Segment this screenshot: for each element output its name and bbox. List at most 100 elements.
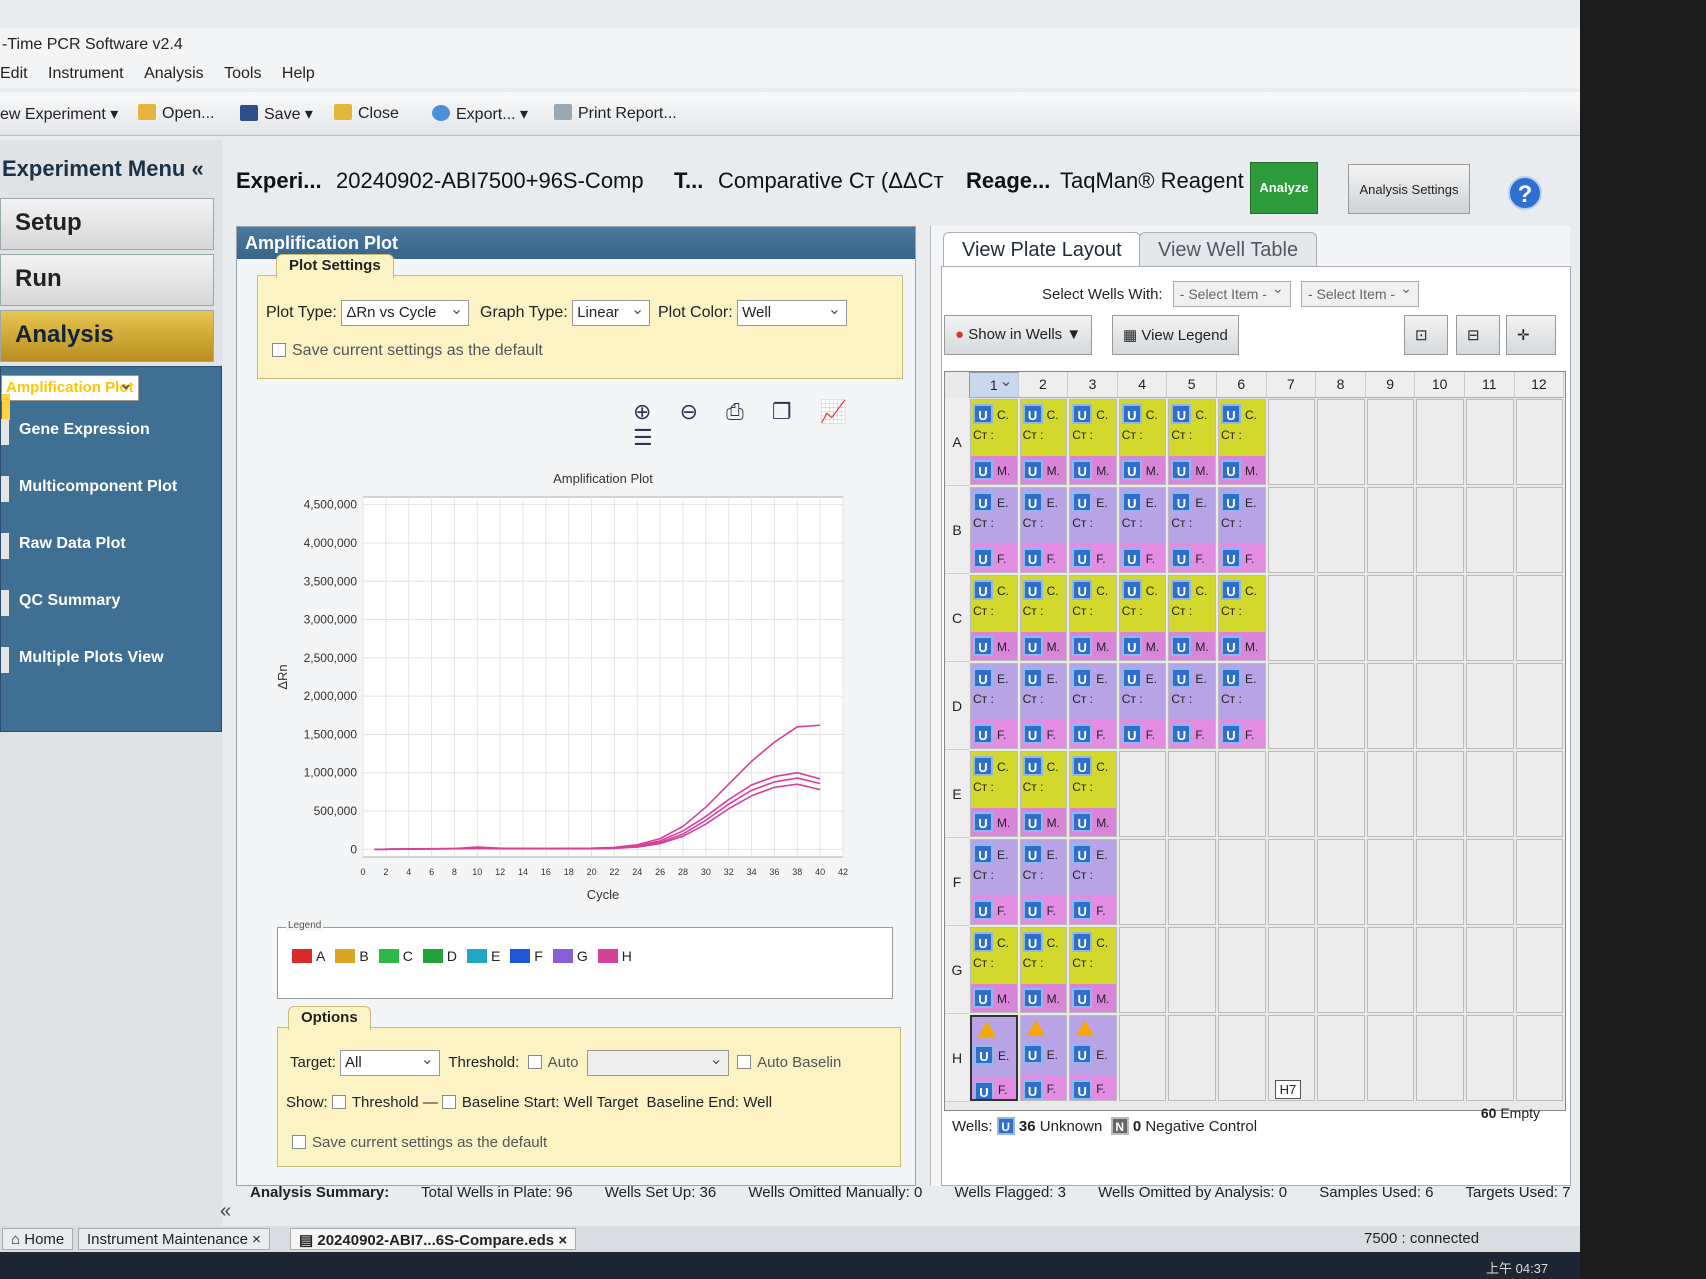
new-experiment-button[interactable]: ew Experiment ▾ bbox=[0, 104, 118, 124]
print-report-button[interactable]: Print Report... bbox=[554, 104, 677, 123]
well[interactable]: U C. Cт : U M. bbox=[970, 575, 1018, 661]
well[interactable]: U E. U F. bbox=[970, 1015, 1018, 1101]
plot-color-select[interactable]: Well bbox=[737, 299, 848, 326]
well[interactable] bbox=[1218, 751, 1266, 837]
well[interactable] bbox=[1416, 575, 1464, 661]
well[interactable]: U C. Cт : U M. bbox=[970, 751, 1018, 837]
well[interactable] bbox=[1317, 751, 1365, 837]
sidebar-item-raw-data-plot[interactable]: Raw Data Plot bbox=[1, 515, 221, 572]
sidebar-item-gene-expression[interactable]: Gene Expression bbox=[1, 401, 221, 458]
well[interactable] bbox=[1366, 839, 1415, 925]
well[interactable] bbox=[1466, 399, 1514, 485]
chart-options-icon[interactable]: 📈 bbox=[820, 399, 847, 424]
row-header[interactable]: F bbox=[945, 838, 969, 926]
well[interactable]: U E. Cт : U F. bbox=[1118, 663, 1167, 749]
well[interactable] bbox=[1317, 1015, 1365, 1101]
well[interactable] bbox=[1515, 839, 1564, 925]
zoom-out-icon[interactable]: ⊖ bbox=[680, 399, 698, 424]
column-header[interactable]: 3 bbox=[1068, 372, 1118, 398]
row-header[interactable]: E bbox=[945, 750, 969, 838]
tab-experiment-file[interactable]: ▤ 20240902-ABI7...6S-Compare.eds × bbox=[290, 1228, 577, 1250]
well[interactable] bbox=[1267, 575, 1316, 661]
well[interactable] bbox=[1416, 839, 1464, 925]
well[interactable]: U E. Cт : U F. bbox=[1118, 487, 1167, 573]
well[interactable] bbox=[1416, 487, 1464, 573]
tab-instrument-maintenance[interactable]: Instrument Maintenance × bbox=[78, 1228, 270, 1250]
well[interactable]: U E. Cт : U F. bbox=[1019, 839, 1068, 925]
well[interactable]: U E. Cт : U F. bbox=[970, 663, 1018, 749]
column-header[interactable]: 9 bbox=[1365, 372, 1416, 398]
save-default-checkbox-2[interactable] bbox=[292, 1135, 306, 1149]
well[interactable] bbox=[1267, 839, 1316, 925]
well[interactable] bbox=[1466, 663, 1514, 749]
column-header[interactable]: 2 bbox=[1018, 372, 1069, 398]
column-header[interactable]: 5 bbox=[1167, 372, 1217, 398]
well[interactable] bbox=[1416, 751, 1464, 837]
well[interactable] bbox=[1317, 839, 1365, 925]
target-select[interactable]: All bbox=[340, 1049, 441, 1076]
well[interactable] bbox=[1515, 927, 1564, 1013]
plot-settings-tab[interactable]: Plot Settings bbox=[276, 254, 394, 278]
well[interactable]: U C. Cт : U M. bbox=[1069, 575, 1117, 661]
well[interactable] bbox=[1515, 575, 1564, 661]
well[interactable]: U E. Cт : U F. bbox=[1069, 487, 1117, 573]
threshold-input[interactable] bbox=[586, 1049, 729, 1076]
well[interactable]: U E. U F. bbox=[1019, 1015, 1068, 1101]
column-header[interactable]: 1 bbox=[969, 371, 1019, 398]
menu-analysis[interactable]: Analysis bbox=[144, 58, 220, 83]
well[interactable] bbox=[1366, 751, 1415, 837]
well[interactable]: U C. Cт : U M. bbox=[970, 927, 1018, 1013]
well[interactable]: U C. Cт : U M. bbox=[1118, 399, 1167, 485]
column-header[interactable]: 7 bbox=[1266, 372, 1317, 398]
well[interactable]: U E. Cт : U F. bbox=[970, 487, 1018, 573]
copy-icon[interactable]: ❐ bbox=[772, 399, 792, 424]
well[interactable]: U C. Cт : U M. bbox=[1168, 575, 1216, 661]
well[interactable] bbox=[1267, 399, 1316, 485]
well[interactable] bbox=[1168, 839, 1216, 925]
print-icon[interactable]: ⎙ bbox=[726, 399, 744, 424]
well[interactable]: U C. Cт : U M. bbox=[1069, 399, 1117, 485]
well[interactable]: U E. Cт : U F. bbox=[1168, 663, 1216, 749]
well[interactable] bbox=[1466, 839, 1514, 925]
row-header[interactable]: D bbox=[945, 662, 969, 750]
well[interactable] bbox=[1416, 399, 1464, 485]
well[interactable] bbox=[1317, 663, 1365, 749]
well[interactable] bbox=[1218, 927, 1266, 1013]
well[interactable]: U E. Cт : U F. bbox=[970, 839, 1018, 925]
column-header[interactable]: 11 bbox=[1465, 372, 1515, 398]
well[interactable]: U C. Cт : U M. bbox=[1118, 575, 1167, 661]
well[interactable] bbox=[1366, 575, 1415, 661]
well[interactable] bbox=[1466, 1015, 1514, 1101]
well[interactable] bbox=[1317, 927, 1365, 1013]
well[interactable] bbox=[1416, 927, 1464, 1013]
well[interactable] bbox=[1416, 663, 1464, 749]
well[interactable] bbox=[1366, 487, 1415, 573]
view-legend-button[interactable]: ▦ View Legend bbox=[1112, 315, 1239, 355]
well[interactable] bbox=[1118, 839, 1167, 925]
tab-home[interactable]: ⌂ Home bbox=[2, 1228, 74, 1250]
sidebar-item-multiple-plots-view[interactable]: Multiple Plots View bbox=[1, 629, 221, 686]
options-tab[interactable]: Options bbox=[288, 1006, 371, 1030]
well[interactable]: U C. Cт : U M. bbox=[1218, 575, 1266, 661]
close-tab-icon[interactable]: × bbox=[252, 1231, 261, 1248]
well[interactable] bbox=[1267, 663, 1316, 749]
analysis-settings-button[interactable]: Analysis Settings bbox=[1348, 164, 1470, 214]
export-button[interactable]: Export... ▾ bbox=[432, 104, 528, 124]
row-header[interactable]: C bbox=[945, 574, 969, 662]
well[interactable]: U C. Cт : U M. bbox=[1069, 927, 1117, 1013]
auto-baseline-checkbox[interactable] bbox=[737, 1054, 752, 1069]
column-header[interactable]: 4 bbox=[1117, 372, 1168, 398]
well[interactable] bbox=[1466, 751, 1514, 837]
well[interactable]: U E. Cт : U F. bbox=[1069, 839, 1117, 925]
well[interactable] bbox=[1118, 1015, 1167, 1101]
tab-view-plate-layout[interactable]: View Plate Layout bbox=[943, 232, 1141, 266]
well[interactable]: U C. Cт : U M. bbox=[1019, 399, 1068, 485]
well[interactable]: U C. Cт : U M. bbox=[1019, 575, 1068, 661]
well[interactable] bbox=[1218, 1015, 1266, 1101]
well[interactable] bbox=[1515, 751, 1564, 837]
well[interactable] bbox=[1366, 927, 1415, 1013]
well[interactable]: U E. Cт : U F. bbox=[1019, 487, 1068, 573]
well[interactable]: U C. Cт : U M. bbox=[1019, 927, 1068, 1013]
well[interactable] bbox=[1515, 487, 1564, 573]
collapse-sidebar-button[interactable]: « bbox=[220, 1200, 231, 1223]
